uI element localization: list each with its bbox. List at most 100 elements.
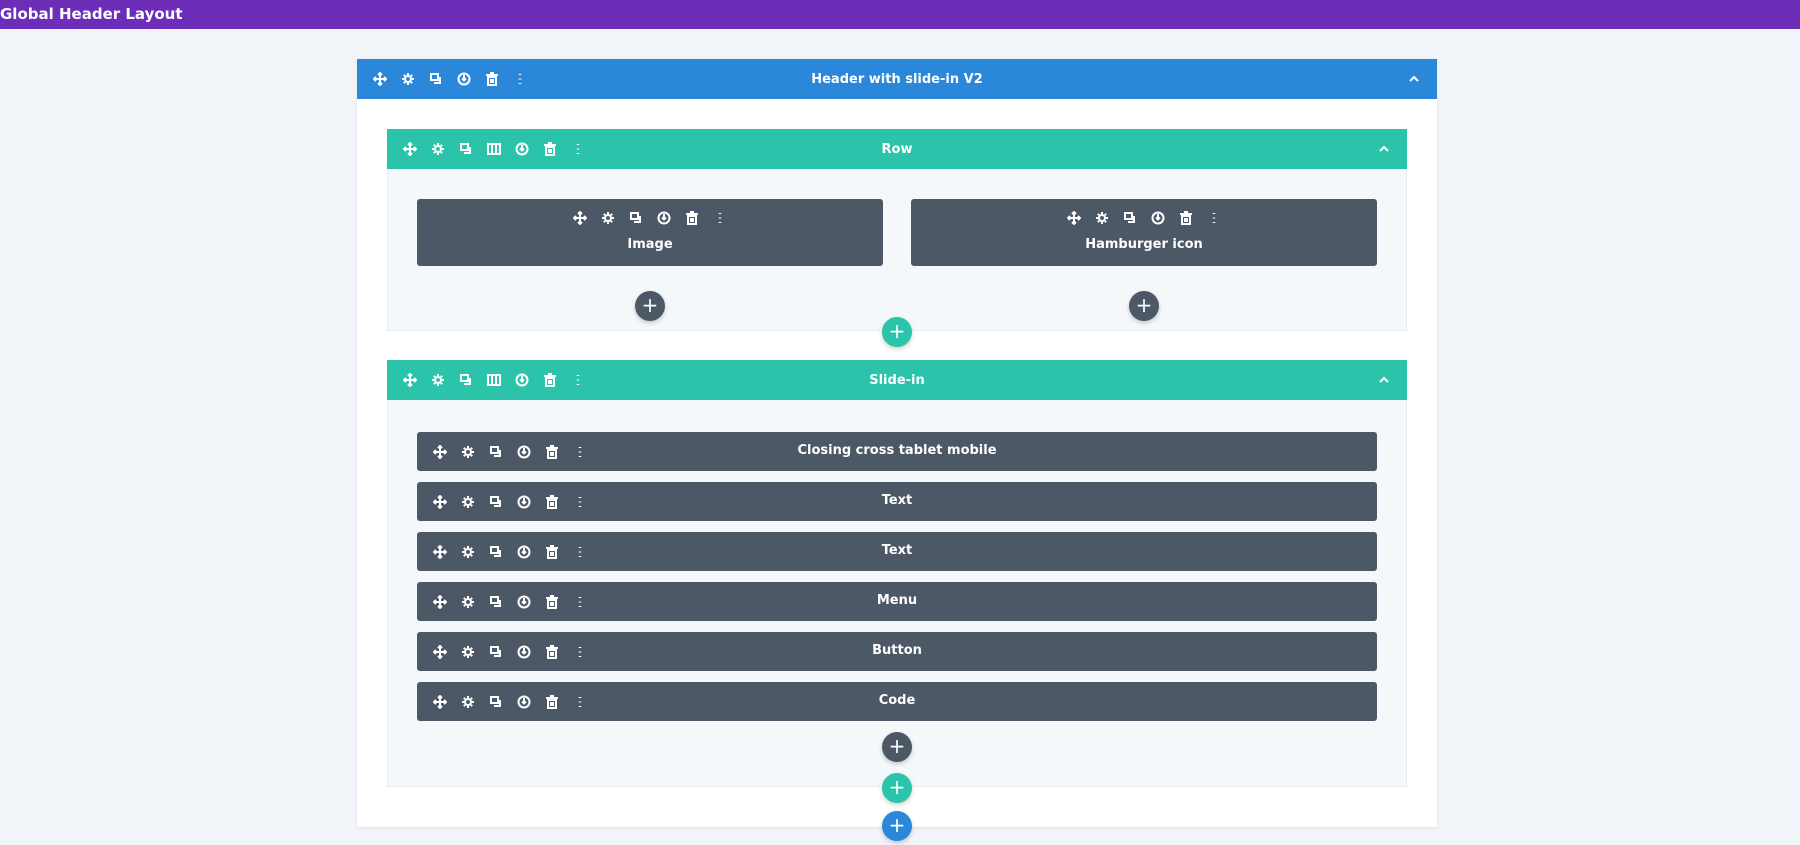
- trash-icon[interactable]: [543, 593, 561, 611]
- add-module-button[interactable]: +: [882, 732, 912, 762]
- power-icon[interactable]: [1149, 209, 1167, 227]
- gear-icon[interactable]: [399, 70, 417, 88]
- module-text[interactable]: Text: [417, 482, 1377, 521]
- move-icon[interactable]: [431, 643, 449, 661]
- gear-icon[interactable]: [459, 593, 477, 611]
- power-icon[interactable]: [515, 443, 533, 461]
- duplicate-icon[interactable]: [427, 70, 445, 88]
- trash-icon[interactable]: [543, 493, 561, 511]
- more-options-icon[interactable]: [1205, 209, 1223, 227]
- power-icon[interactable]: [515, 693, 533, 711]
- more-options-icon[interactable]: [571, 493, 589, 511]
- power-icon[interactable]: [515, 593, 533, 611]
- row-toolbar: Slide-in: [387, 360, 1407, 400]
- duplicate-icon[interactable]: [487, 443, 505, 461]
- trash-icon[interactable]: [1177, 209, 1195, 227]
- duplicate-icon[interactable]: [487, 693, 505, 711]
- module-closing-cross-tablet-mobile[interactable]: Closing cross tablet mobile: [417, 432, 1377, 471]
- move-icon[interactable]: [431, 493, 449, 511]
- trash-icon[interactable]: [543, 443, 561, 461]
- more-options-icon[interactable]: [571, 443, 589, 461]
- trash-icon[interactable]: [543, 643, 561, 661]
- module-name: Image: [627, 237, 673, 252]
- power-icon[interactable]: [513, 140, 531, 158]
- more-options-icon[interactable]: [511, 70, 529, 88]
- trash-icon[interactable]: [543, 543, 561, 561]
- module-text[interactable]: Text: [417, 532, 1377, 571]
- module-image[interactable]: Image: [417, 199, 883, 266]
- power-icon[interactable]: [513, 371, 531, 389]
- add-row-button[interactable]: +: [882, 773, 912, 803]
- gear-icon[interactable]: [459, 693, 477, 711]
- power-icon[interactable]: [515, 543, 533, 561]
- toolbar-icons: [357, 70, 529, 88]
- section-header-with-slide-in: Header with slide-in V2 Row Image Hambur…: [357, 59, 1437, 827]
- toolbar-icons: [417, 643, 589, 661]
- row-toolbar: Row: [387, 129, 1407, 169]
- trash-icon[interactable]: [683, 209, 701, 227]
- trash-icon[interactable]: [541, 140, 559, 158]
- move-icon[interactable]: [401, 140, 419, 158]
- app-title: Global Header Layout: [0, 5, 183, 23]
- columns-icon[interactable]: [485, 140, 503, 158]
- duplicate-icon[interactable]: [487, 593, 505, 611]
- section-toolbar: Header with slide-in V2: [357, 59, 1437, 99]
- row-row: Row Image Hamburger icon + +: [387, 129, 1407, 331]
- move-icon[interactable]: [431, 693, 449, 711]
- more-options-icon[interactable]: [569, 371, 587, 389]
- trash-icon[interactable]: [541, 371, 559, 389]
- gear-icon[interactable]: [459, 643, 477, 661]
- power-icon[interactable]: [455, 70, 473, 88]
- move-icon[interactable]: [571, 209, 589, 227]
- gear-icon[interactable]: [599, 209, 617, 227]
- duplicate-icon[interactable]: [457, 371, 475, 389]
- duplicate-icon[interactable]: [487, 493, 505, 511]
- duplicate-icon[interactable]: [487, 543, 505, 561]
- module-name: Hamburger icon: [1085, 237, 1203, 252]
- add-section-button[interactable]: +: [882, 811, 912, 841]
- move-icon[interactable]: [431, 543, 449, 561]
- more-options-icon[interactable]: [571, 643, 589, 661]
- toolbar-icons: [387, 371, 587, 389]
- duplicate-icon[interactable]: [487, 643, 505, 661]
- power-icon[interactable]: [515, 643, 533, 661]
- duplicate-icon[interactable]: [457, 140, 475, 158]
- toolbar-icons: [387, 140, 587, 158]
- gear-icon[interactable]: [459, 493, 477, 511]
- more-options-icon[interactable]: [571, 693, 589, 711]
- gear-icon[interactable]: [1093, 209, 1111, 227]
- move-icon[interactable]: [431, 593, 449, 611]
- module-menu[interactable]: Menu: [417, 582, 1377, 621]
- trash-icon[interactable]: [483, 70, 501, 88]
- toolbar-icons: [417, 443, 589, 461]
- trash-icon[interactable]: [543, 693, 561, 711]
- module-code[interactable]: Code: [417, 682, 1377, 721]
- gear-icon[interactable]: [429, 140, 447, 158]
- gear-icon[interactable]: [459, 443, 477, 461]
- move-icon[interactable]: [401, 371, 419, 389]
- gear-icon[interactable]: [429, 371, 447, 389]
- chevron-up-icon[interactable]: [1375, 371, 1393, 389]
- chevron-up-icon[interactable]: [1375, 140, 1393, 158]
- more-options-icon[interactable]: [571, 543, 589, 561]
- module-button[interactable]: Button: [417, 632, 1377, 671]
- move-icon[interactable]: [431, 443, 449, 461]
- add-module-button[interactable]: +: [635, 291, 665, 321]
- move-icon[interactable]: [1065, 209, 1083, 227]
- more-options-icon[interactable]: [571, 593, 589, 611]
- power-icon[interactable]: [515, 493, 533, 511]
- app-title-bar: Global Header Layout: [0, 0, 1800, 29]
- columns-icon[interactable]: [485, 371, 503, 389]
- power-icon[interactable]: [655, 209, 673, 227]
- more-options-icon[interactable]: [569, 140, 587, 158]
- more-options-icon[interactable]: [711, 209, 729, 227]
- duplicate-icon[interactable]: [1121, 209, 1139, 227]
- gear-icon[interactable]: [459, 543, 477, 561]
- duplicate-icon[interactable]: [627, 209, 645, 227]
- chevron-up-icon[interactable]: [1405, 70, 1423, 88]
- add-module-button[interactable]: +: [1129, 291, 1159, 321]
- toolbar-icons: [417, 543, 589, 561]
- move-icon[interactable]: [371, 70, 389, 88]
- module-hamburger-icon[interactable]: Hamburger icon: [911, 199, 1377, 266]
- add-row-button[interactable]: +: [882, 317, 912, 347]
